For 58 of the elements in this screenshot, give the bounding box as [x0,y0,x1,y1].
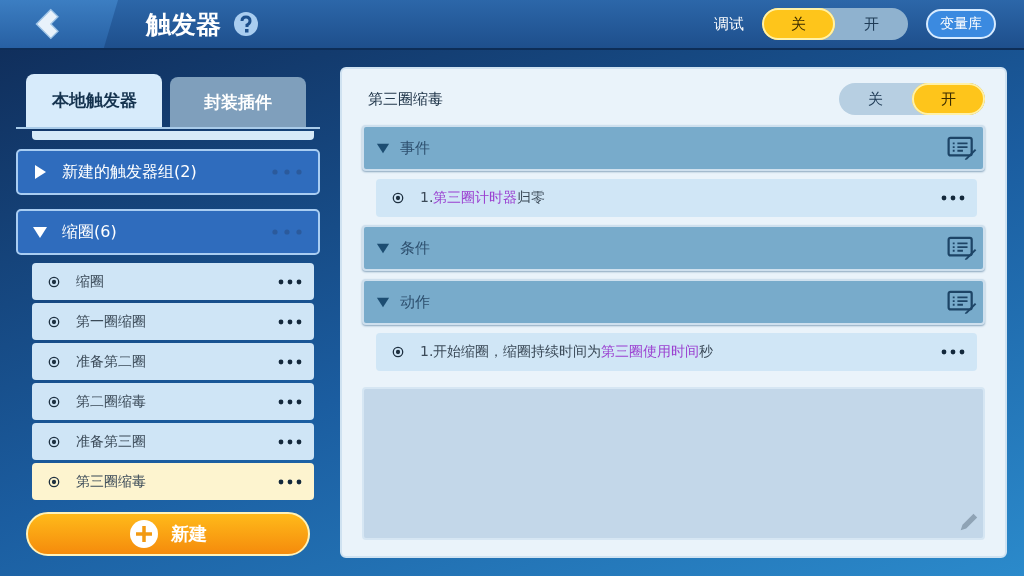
entry-row[interactable]: 1.开始缩圈，缩圈持续时间为第三圈使用时间秒 [376,333,977,371]
trigger-name: 缩圈 [76,272,105,291]
more-icon[interactable] [278,278,302,285]
group-header[interactable]: 新建的触发器组(2) [16,149,320,195]
trigger-item[interactable]: 准备第三圈 [32,423,314,460]
section-title: 条件 [400,238,431,258]
trigger-name: 准备第二圈 [76,352,147,371]
more-icon[interactable] [941,349,965,355]
section-header[interactable]: 动作 [362,279,985,325]
plus-icon [129,519,159,549]
trigger-name: 准备第三圈 [76,432,147,451]
radio-icon [48,275,60,288]
more-icon[interactable] [278,438,302,445]
trigger-name: 第二圈缩毒 [76,392,147,411]
more-icon[interactable] [941,195,965,201]
entry-text: 1.开始缩圈，缩圈持续时间为第三圈使用时间秒 [420,343,715,361]
debug-label: 调试 [714,14,744,34]
edit-list-icon[interactable] [947,136,977,160]
radio-icon [48,395,60,408]
notes-field[interactable] [362,387,985,540]
trigger-title: 第三圈缩毒 [368,89,443,109]
radio-icon [392,346,404,358]
edit-list-icon[interactable] [947,290,977,314]
toggle-option[interactable]: 关 [839,83,912,115]
group-header[interactable]: 缩圈(6) [16,209,320,255]
radio-icon [48,355,60,368]
radio-icon [48,475,60,488]
trigger-item[interactable]: 准备第二圈 [32,343,314,380]
radio-icon [48,435,60,448]
group-name: 缩圈(6) [62,221,118,243]
tab[interactable]: 本地触发器 [26,74,162,127]
entry-row[interactable]: 1.第三圈计时器归零 [376,179,977,217]
section-header[interactable]: 事件 [362,125,985,171]
toggle-option[interactable]: 开 [912,83,985,115]
trigger-item[interactable]: 第一圈缩圈 [32,303,314,340]
radio-icon [48,315,60,328]
toggle-option[interactable]: 开 [835,8,908,40]
group-name: 新建的触发器组(2) [62,161,198,183]
trigger-item[interactable]: 第二圈缩毒 [32,383,314,420]
radio-icon [392,192,404,204]
more-icon[interactable] [278,398,302,405]
section-title: 动作 [400,292,431,312]
section-title: 事件 [400,138,431,158]
section-header[interactable]: 条件 [362,225,985,271]
entry-text: 1.第三圈计时器归零 [420,189,547,207]
page-title: 触发器 [146,8,221,41]
more-icon[interactable] [278,358,302,365]
trigger-item[interactable]: 缩圈 [32,263,314,300]
variables-button[interactable]: 变量库 [926,9,996,39]
help-icon[interactable] [233,11,259,37]
more-icon[interactable] [278,478,302,485]
trigger-name: 第三圈缩毒 [76,472,147,491]
toggle-option[interactable]: 关 [762,8,835,40]
more-icon[interactable] [278,318,302,325]
back-button[interactable] [0,0,118,48]
trigger-item[interactable]: 第三圈缩毒 [32,463,314,500]
trigger-name: 第一圈缩圈 [76,312,147,331]
edit-list-icon[interactable] [947,236,977,260]
